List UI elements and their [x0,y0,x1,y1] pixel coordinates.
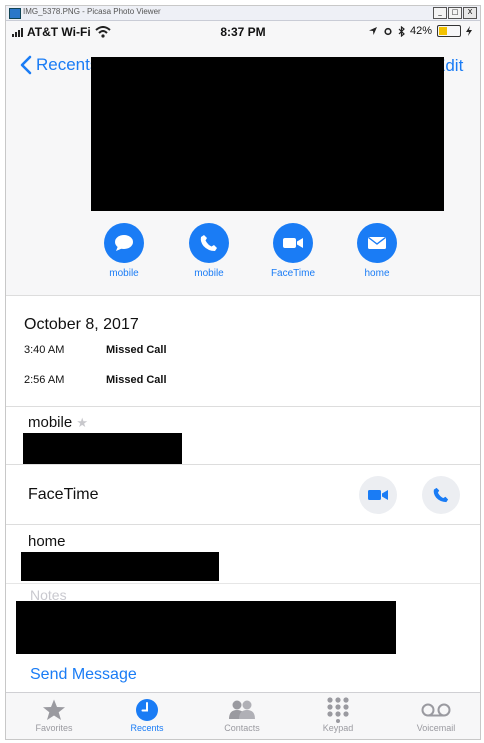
tab-keypad[interactable]: Keypad [298,697,378,733]
clock-icon [136,699,158,721]
mobile-number-cell[interactable]: mobile ★ [6,406,480,465]
action-mail[interactable]: home [342,223,412,279]
app-icon [9,8,21,19]
call-log-entry: 3:40 AM Missed Call [24,344,167,356]
contact-header: Recents Edit mobile mobile FaceTime home [6,43,480,295]
tab-favorites[interactable]: Favorites [14,697,94,733]
tab-label: Favorites [35,723,73,733]
call-log-entry: 2:56 AM Missed Call [24,374,167,386]
photo-viewer-window: IMG_5378.PNG - Picasa Photo Viewer _ □ X… [5,5,481,740]
back-label: Recents [36,55,99,74]
mobile-label: mobile [28,414,73,431]
mail-icon [368,236,386,249]
action-label: mobile [109,268,139,279]
tab-recents[interactable]: Recents [107,697,187,733]
call-type: Missed Call [106,374,167,386]
action-label: home [364,268,390,279]
redacted-phone-number [23,433,182,464]
battery-percent: 42% [409,25,432,37]
alarm-icon [384,27,392,36]
keypad-icon [327,697,349,723]
call-time: 3:40 AM [24,344,65,356]
action-facetime[interactable]: FaceTime [258,223,328,279]
tab-voicemail[interactable]: Voicemail [396,697,476,733]
action-label: FaceTime [270,268,316,279]
chevron-left-icon [20,55,32,75]
call-log-date: October 8, 2017 [24,316,139,333]
phone-icon [433,487,449,503]
window-title-bar: IMG_5378.PNG - Picasa Photo Viewer _ □ X [6,6,480,21]
charging-icon [466,26,472,36]
battery-icon [437,25,461,37]
call-type: Missed Call [106,344,167,356]
back-button[interactable]: Recents [20,55,98,75]
tab-bar: Favorites Recents Contacts Keypad Voicem… [6,692,480,739]
redacted-contact-photo [91,57,444,211]
star-icon [43,699,65,720]
phone-icon [200,235,217,251]
voicemail-icon [421,703,451,717]
facetime-video-button[interactable] [359,476,397,514]
window-controls: _ □ X [433,7,477,19]
redacted-phone-number [21,552,219,581]
action-label: mobile [194,268,224,279]
tab-label: Contacts [224,723,260,733]
status-bar: AT&T Wi-Fi 8:37 PM 42% [6,21,480,43]
tab-label: Voicemail [416,723,456,733]
quick-actions: mobile mobile FaceTime home [6,223,480,283]
home-number-cell[interactable]: home [6,524,480,584]
call-log: October 8, 2017 3:40 AM Missed Call 2:56… [6,295,480,407]
action-call[interactable]: mobile [174,223,244,279]
facetime-audio-button[interactable] [422,476,460,514]
facetime-label: FaceTime [28,486,99,503]
window-title: IMG_5378.PNG - Picasa Photo Viewer [23,7,161,16]
send-message-button[interactable]: Send Message [30,666,137,684]
tab-contacts[interactable]: Contacts [202,697,282,733]
minimize-button[interactable]: _ [433,7,447,19]
video-icon [283,238,303,248]
video-icon [368,490,388,500]
close-button[interactable]: X [463,7,477,19]
maximize-button[interactable]: □ [448,7,462,19]
bluetooth-icon [398,25,405,37]
favorite-star-icon: ★ [76,415,89,430]
message-icon [115,235,133,251]
tab-label: Keypad [322,723,354,733]
contacts-icon [229,700,255,719]
call-time: 2:56 AM [24,374,65,386]
action-message[interactable]: mobile [89,223,159,279]
home-label: home [28,533,66,550]
facetime-cell: FaceTime [6,464,480,525]
redacted-notes [16,601,396,654]
location-arrow-icon [368,27,377,35]
tab-label: Recents [130,723,164,733]
